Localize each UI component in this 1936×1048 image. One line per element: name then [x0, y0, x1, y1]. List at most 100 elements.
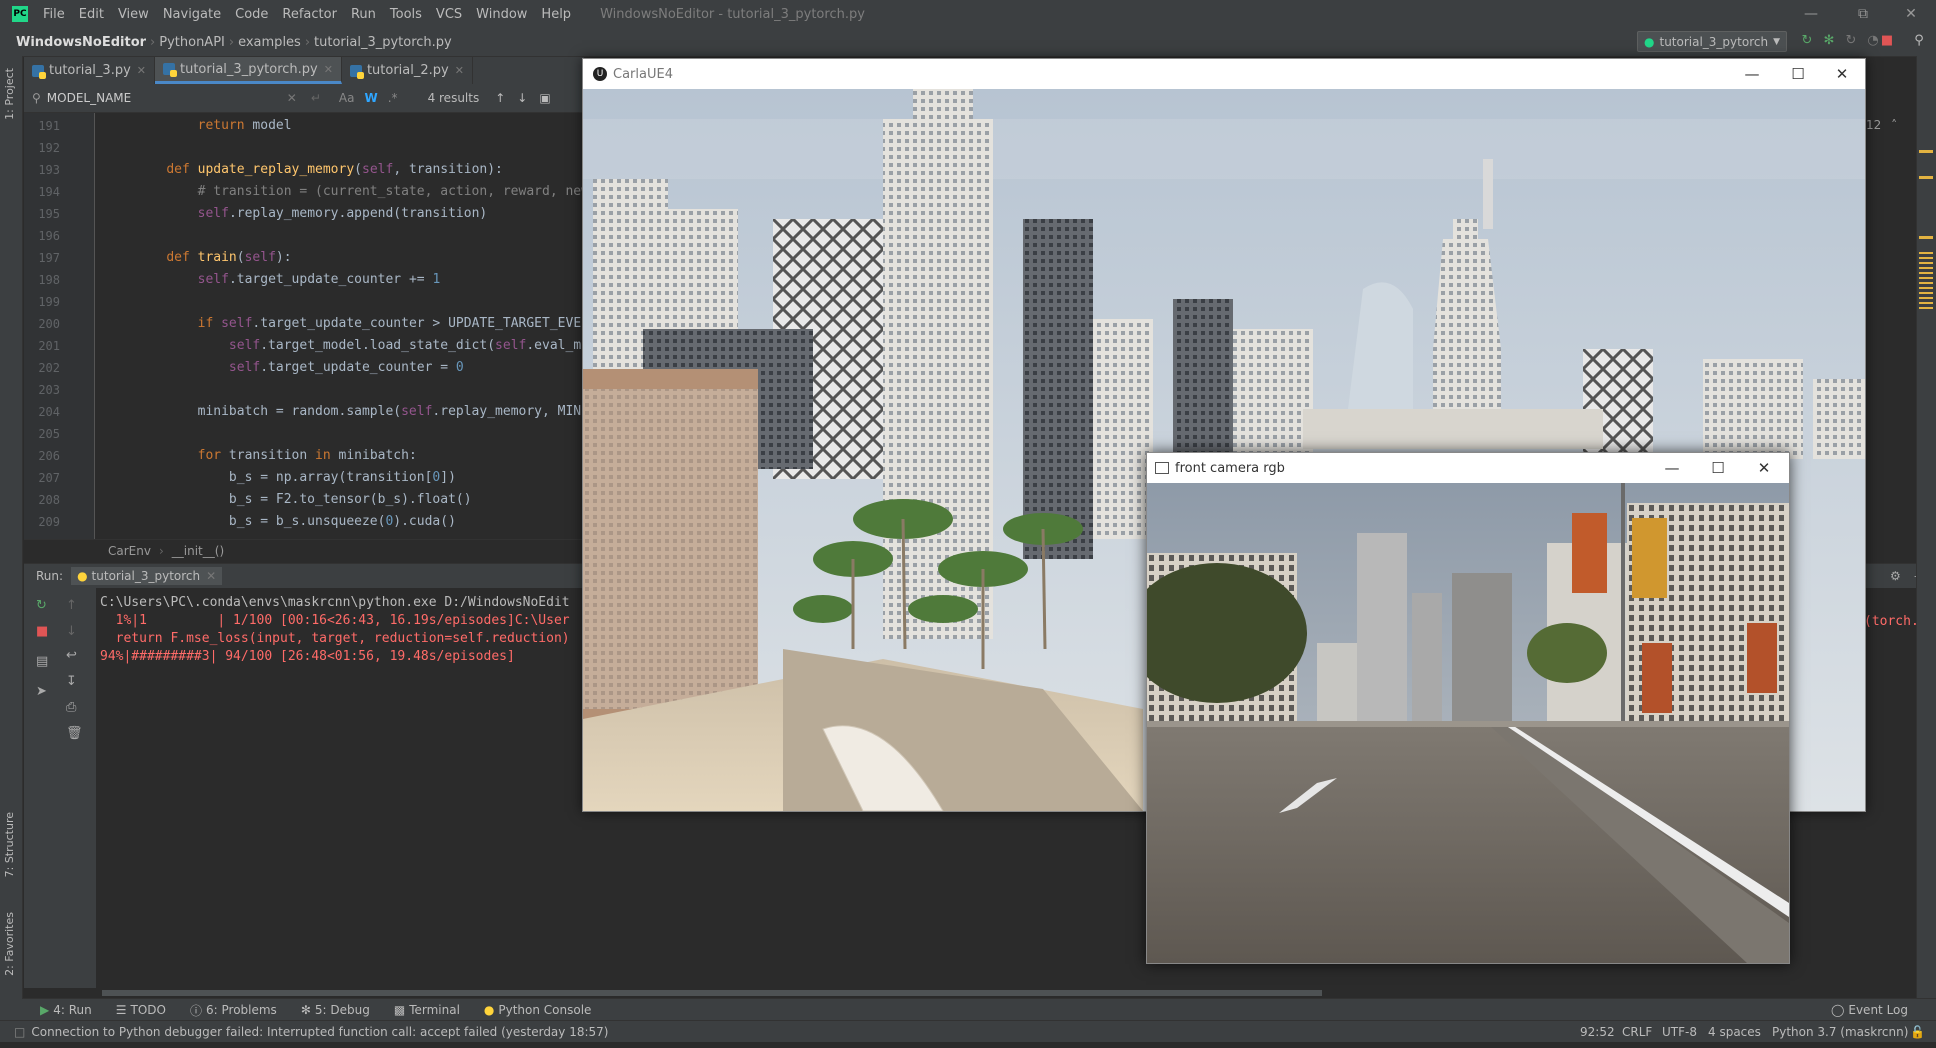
- code-line[interactable]: 203: [24, 379, 584, 401]
- horizontal-scrollbar[interactable]: [102, 990, 1322, 996]
- close-icon[interactable]: ✕: [1741, 453, 1787, 483]
- project-tool-tab[interactable]: 1: Project: [3, 68, 16, 120]
- front-camera-window[interactable]: front camera rgb — ☐ ✕: [1146, 452, 1790, 964]
- code-line[interactable]: 206 for transition in minibatch:: [24, 445, 584, 467]
- pin-icon[interactable]: ➤: [36, 684, 47, 699]
- menu-item-help[interactable]: Help: [534, 7, 578, 22]
- menu-item-tools[interactable]: Tools: [383, 7, 429, 22]
- error-stripe-markers[interactable]: [1919, 252, 1933, 312]
- menu-item-edit[interactable]: Edit: [72, 7, 111, 22]
- breadcrumb-project[interactable]: WindowsNoEditor: [12, 35, 150, 50]
- stop-icon[interactable]: ■: [36, 624, 48, 639]
- restore-icon[interactable]: ⧉: [1840, 0, 1886, 28]
- status-message[interactable]: Connection to Python debugger failed: In…: [31, 1025, 608, 1039]
- stop-icon[interactable]: ■: [1880, 34, 1894, 48]
- tab-problems[interactable]: ⓘ 6: Problems: [178, 1002, 289, 1019]
- menu-item-run[interactable]: Run: [344, 7, 383, 22]
- favorites-tool-tab[interactable]: 2: Favorites: [3, 912, 16, 976]
- tab-tutorial-2[interactable]: tutorial_2.py ✕: [342, 57, 473, 84]
- coverage-icon[interactable]: ↻: [1844, 34, 1858, 48]
- chevron-up-icon[interactable]: ˄: [1891, 118, 1897, 132]
- regex-toggle[interactable]: .*: [388, 91, 398, 105]
- tab-run[interactable]: ▶ 4: Run: [22, 1003, 104, 1017]
- maximize-icon[interactable]: ☐: [1695, 453, 1741, 483]
- run-tab[interactable]: ● tutorial_3_pytorch ✕: [71, 567, 223, 585]
- code-line[interactable]: 196: [24, 225, 584, 247]
- code-line[interactable]: 199: [24, 291, 584, 313]
- code-line[interactable]: 198 self.target_update_counter += 1: [24, 269, 584, 291]
- code-line[interactable]: 208 b_s = F2.to_tensor(b_s).float(): [24, 489, 584, 511]
- code-line[interactable]: 195 self.replay_memory.append(transition…: [24, 203, 584, 225]
- layout-icon[interactable]: ▤: [36, 654, 48, 669]
- code-line[interactable]: 197 def train(self):: [24, 247, 584, 269]
- indent-setting[interactable]: 4 spaces: [1708, 1025, 1761, 1039]
- tab-todo[interactable]: ☰ TODO: [104, 1003, 178, 1017]
- breadcrumb-folder[interactable]: PythonAPI: [155, 35, 229, 50]
- profile-icon[interactable]: ◔: [1866, 34, 1880, 48]
- menu-item-file[interactable]: File: [36, 7, 72, 22]
- close-tab-icon[interactable]: ✕: [137, 64, 146, 77]
- breadcrumb-method[interactable]: __init__(): [172, 544, 224, 558]
- breadcrumb-class[interactable]: CarEnv: [108, 544, 151, 558]
- close-tab-icon[interactable]: ✕: [324, 63, 333, 76]
- error-stripe-marker[interactable]: [1919, 176, 1933, 179]
- debug-icon[interactable]: ✻: [1822, 34, 1836, 48]
- code-line[interactable]: 193 def update_replay_memory(self, trans…: [24, 159, 584, 181]
- scroll-to-end-icon[interactable]: ↧: [66, 674, 77, 689]
- tab-python-console[interactable]: ● Python Console: [472, 1003, 604, 1017]
- rerun-icon[interactable]: ↻: [36, 598, 47, 613]
- tab-debug[interactable]: ✻ 5: Debug: [289, 1003, 382, 1017]
- close-tab-icon[interactable]: ✕: [206, 569, 216, 583]
- trash-icon[interactable]: 🗑: [66, 726, 83, 741]
- minimize-icon[interactable]: —: [1729, 59, 1775, 89]
- menu-item-vcs[interactable]: VCS: [429, 7, 469, 22]
- code-editor[interactable]: 191 return model 192 193 def update_replay…: [24, 113, 584, 539]
- close-icon[interactable]: ✕: [1819, 59, 1865, 89]
- find-input[interactable]: MODEL_NAME: [47, 91, 287, 105]
- code-line[interactable]: 209 b_s = b_s.unsqueeze(0).cuda(): [24, 511, 584, 533]
- arrow-down-icon[interactable]: ↓: [517, 91, 527, 105]
- menu-item-window[interactable]: Window: [469, 7, 534, 22]
- menu-item-view[interactable]: View: [111, 7, 156, 22]
- python-interpreter[interactable]: Python 3.7 (maskrcnn): [1772, 1025, 1908, 1039]
- print-icon[interactable]: ⎙: [66, 700, 76, 715]
- file-encoding[interactable]: UTF-8: [1662, 1025, 1697, 1039]
- code-line[interactable]: 207 b_s = np.array(transition[0]): [24, 467, 584, 489]
- code-line[interactable]: 191 return model: [24, 115, 584, 137]
- soft-wrap-icon[interactable]: ↩: [66, 648, 77, 663]
- camera-title-bar[interactable]: front camera rgb — ☐ ✕: [1147, 453, 1789, 483]
- breadcrumb-folder[interactable]: examples: [234, 35, 305, 50]
- run-configuration-select[interactable]: ● tutorial_3_pytorch ▼: [1637, 31, 1787, 52]
- arrow-up-icon[interactable]: ↑: [495, 91, 505, 105]
- status-icon[interactable]: □: [14, 1025, 25, 1039]
- tab-terminal[interactable]: ▩ Terminal: [382, 1003, 472, 1017]
- code-line[interactable]: 194 # transition = (current_state, actio…: [24, 181, 584, 203]
- caret-position[interactable]: 92:52: [1580, 1025, 1615, 1039]
- gear-icon[interactable]: ⚙: [1890, 569, 1901, 583]
- error-stripe-marker[interactable]: [1919, 236, 1933, 239]
- close-tab-icon[interactable]: ✕: [455, 64, 464, 77]
- code-line[interactable]: 200 if self.target_update_counter > UPDA…: [24, 313, 584, 335]
- minimize-icon[interactable]: —: [1788, 0, 1834, 28]
- close-icon[interactable]: ✕: [1888, 0, 1934, 28]
- search-icon[interactable]: ⚲: [1912, 34, 1926, 48]
- maximize-icon[interactable]: ☐: [1775, 59, 1821, 89]
- rerun-icon[interactable]: ↻: [1800, 34, 1814, 48]
- clear-search-icon[interactable]: ✕: [287, 91, 297, 105]
- lock-icon[interactable]: 🔓: [1910, 1025, 1925, 1039]
- tab-tutorial-3[interactable]: tutorial_3.py ✕: [24, 57, 155, 84]
- code-line[interactable]: 192: [24, 137, 584, 159]
- code-line[interactable]: 205: [24, 423, 584, 445]
- arrow-up-icon[interactable]: ↑: [66, 598, 77, 613]
- new-line-icon[interactable]: ↵: [311, 91, 321, 105]
- select-all-occurrences-icon[interactable]: ▣: [539, 91, 550, 105]
- words-toggle[interactable]: W: [364, 91, 377, 105]
- code-line[interactable]: 202 self.target_update_counter = 0: [24, 357, 584, 379]
- line-separator[interactable]: CRLF: [1622, 1025, 1652, 1039]
- event-log-button[interactable]: ◯ Event Log: [1819, 1003, 1936, 1017]
- code-line[interactable]: 204 minibatch = random.sample(self.repla…: [24, 401, 584, 423]
- structure-tool-tab[interactable]: 7: Structure: [3, 812, 16, 877]
- code-line[interactable]: 201 self.target_model.load_state_dict(se…: [24, 335, 584, 357]
- menu-item-navigate[interactable]: Navigate: [156, 7, 228, 22]
- tab-tutorial-3-pytorch[interactable]: tutorial_3_pytorch.py ✕: [155, 57, 342, 84]
